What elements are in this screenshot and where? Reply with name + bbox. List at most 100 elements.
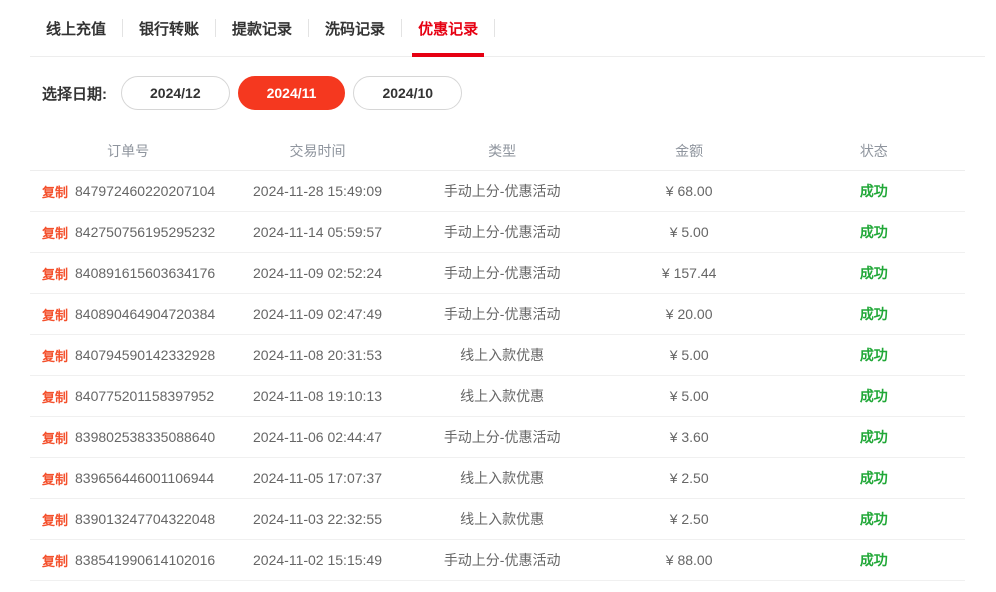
active-tab-indicator (412, 53, 484, 57)
copy-button[interactable]: 复制 (42, 387, 68, 406)
order-id: 840794590142332928 (75, 347, 215, 363)
status-cell: 成功 (783, 304, 965, 324)
transaction-time: 2024-11-03 22:32:55 (226, 511, 408, 527)
amount-cell: ¥ 2.50 (596, 470, 783, 486)
order-cell: 复制 840794590142332928 (30, 346, 226, 365)
amount-cell: ¥ 3.60 (596, 429, 783, 445)
order-id: 838541990614102016 (75, 552, 215, 568)
status-cell: 成功 (783, 263, 965, 283)
table-header-row: 订单号 交易时间 类型 金额 状态 (30, 131, 965, 171)
transaction-time: 2024-11-02 15:15:49 (226, 552, 408, 568)
transaction-time: 2024-11-09 02:52:24 (226, 265, 408, 281)
type-cell: 线上入款优惠 (409, 345, 596, 365)
type-cell: 线上入款优惠 (409, 468, 596, 488)
order-cell: 复制 838541990614102016 (30, 551, 226, 570)
transaction-time: 2024-11-08 20:31:53 (226, 347, 408, 363)
order-id: 840775201158397952 (75, 388, 214, 404)
table-row: 复制 838541990614102016 2024-11-02 15:15:4… (30, 540, 965, 581)
type-cell: 手动上分-优惠活动 (409, 427, 596, 447)
record-tabs: 线上充值 银行转账 提款记录 洗码记录 优惠记录 (30, 0, 985, 57)
order-cell: 复制 847972460220207104 (30, 182, 226, 201)
transaction-time: 2024-11-28 15:49:09 (226, 183, 408, 199)
tab-bank-transfer[interactable]: 银行转账 (123, 0, 215, 56)
copy-button[interactable]: 复制 (42, 305, 68, 324)
amount-cell: ¥ 20.00 (596, 306, 783, 322)
status-cell: 成功 (783, 181, 965, 201)
tab-rebate-records[interactable]: 洗码记录 (309, 0, 401, 56)
table-row: 复制 840890464904720384 2024-11-09 02:47:4… (30, 294, 965, 335)
header-status: 状态 (783, 141, 965, 161)
copy-button[interactable]: 复制 (42, 469, 68, 488)
tab-online-deposit[interactable]: 线上充值 (30, 0, 122, 56)
copy-button[interactable]: 复制 (42, 223, 68, 242)
transaction-time: 2024-11-14 05:59:57 (226, 224, 408, 240)
table-row: 复制 840794590142332928 2024-11-08 20:31:5… (30, 335, 965, 376)
tab-withdrawal-records[interactable]: 提款记录 (216, 0, 308, 56)
type-cell: 手动上分-优惠活动 (409, 222, 596, 242)
order-cell: 复制 840891615603634176 (30, 264, 226, 283)
date-pill-2024-12[interactable]: 2024/12 (121, 76, 230, 110)
status-cell: 成功 (783, 222, 965, 242)
order-cell: 复制 840775201158397952 (30, 387, 226, 406)
order-cell: 复制 839802538335088640 (30, 428, 226, 447)
copy-button[interactable]: 复制 (42, 182, 68, 201)
header-order-id: 订单号 (30, 141, 226, 161)
order-id: 839656446001106944 (75, 470, 214, 486)
table-row: 复制 840775201158397952 2024-11-08 19:10:1… (30, 376, 965, 417)
copy-button[interactable]: 复制 (42, 264, 68, 283)
status-cell: 成功 (783, 345, 965, 365)
amount-cell: ¥ 5.00 (596, 224, 783, 240)
date-pill-2024-11[interactable]: 2024/11 (238, 76, 346, 110)
order-id: 839802538335088640 (75, 429, 215, 445)
promo-records-table: 订单号 交易时间 类型 金额 状态 复制 847972460220207104 … (30, 131, 965, 581)
type-cell: 手动上分-优惠活动 (409, 263, 596, 283)
order-cell: 复制 839013247704322048 (30, 510, 226, 529)
header-amount: 金额 (596, 141, 783, 161)
table-row: 复制 839656446001106944 2024-11-05 17:07:3… (30, 458, 965, 499)
type-cell: 线上入款优惠 (409, 386, 596, 406)
order-cell: 复制 840890464904720384 (30, 305, 226, 324)
date-filter-label: 选择日期: (42, 83, 107, 104)
date-filter: 选择日期: 2024/12 2024/11 2024/10 (42, 76, 996, 110)
copy-button[interactable]: 复制 (42, 510, 68, 529)
status-cell: 成功 (783, 427, 965, 447)
copy-button[interactable]: 复制 (42, 551, 68, 570)
amount-cell: ¥ 88.00 (596, 552, 783, 568)
status-cell: 成功 (783, 468, 965, 488)
type-cell: 手动上分-优惠活动 (409, 181, 596, 201)
tab-promo-records[interactable]: 优惠记录 (402, 0, 494, 56)
copy-button[interactable]: 复制 (42, 428, 68, 447)
table-row: 复制 842750756195295232 2024-11-14 05:59:5… (30, 212, 965, 253)
type-cell: 线上入款优惠 (409, 509, 596, 529)
tab-separator (494, 19, 495, 37)
table-row: 复制 839802538335088640 2024-11-06 02:44:4… (30, 417, 965, 458)
transaction-time: 2024-11-05 17:07:37 (226, 470, 408, 486)
transaction-time: 2024-11-06 02:44:47 (226, 429, 408, 445)
order-cell: 复制 842750756195295232 (30, 223, 226, 242)
transaction-time: 2024-11-09 02:47:49 (226, 306, 408, 322)
order-cell: 复制 839656446001106944 (30, 469, 226, 488)
order-id: 840890464904720384 (75, 306, 215, 322)
order-id: 839013247704322048 (75, 511, 215, 527)
order-id: 840891615603634176 (75, 265, 215, 281)
table-row: 复制 839013247704322048 2024-11-03 22:32:5… (30, 499, 965, 540)
amount-cell: ¥ 2.50 (596, 511, 783, 527)
tab-promo-records-label: 优惠记录 (418, 18, 478, 39)
order-id: 842750756195295232 (75, 224, 215, 240)
type-cell: 手动上分-优惠活动 (409, 304, 596, 324)
order-id: 847972460220207104 (75, 183, 215, 199)
table-row: 复制 847972460220207104 2024-11-28 15:49:0… (30, 171, 965, 212)
amount-cell: ¥ 5.00 (596, 388, 783, 404)
status-cell: 成功 (783, 550, 965, 570)
header-type: 类型 (409, 141, 596, 161)
amount-cell: ¥ 5.00 (596, 347, 783, 363)
status-cell: 成功 (783, 509, 965, 529)
date-pill-2024-10[interactable]: 2024/10 (353, 76, 462, 110)
amount-cell: ¥ 68.00 (596, 183, 783, 199)
type-cell: 手动上分-优惠活动 (409, 550, 596, 570)
header-time: 交易时间 (226, 141, 408, 161)
table-body: 复制 847972460220207104 2024-11-28 15:49:0… (30, 171, 965, 581)
table-row: 复制 840891615603634176 2024-11-09 02:52:2… (30, 253, 965, 294)
amount-cell: ¥ 157.44 (596, 265, 783, 281)
copy-button[interactable]: 复制 (42, 346, 68, 365)
